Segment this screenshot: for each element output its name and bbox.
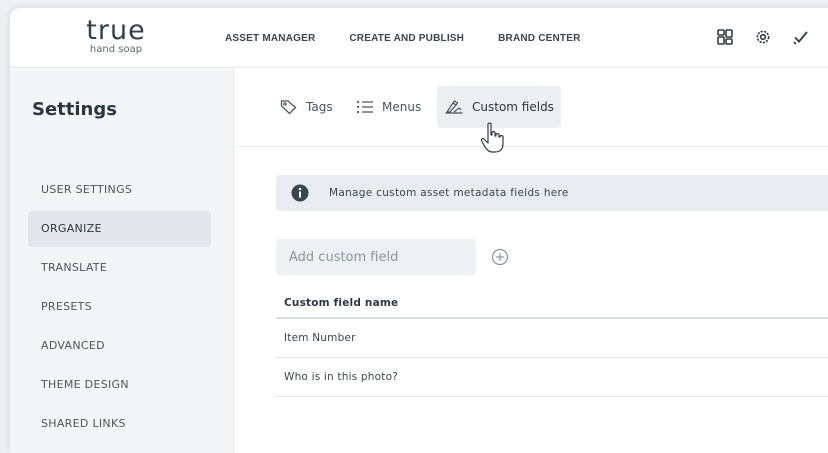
sidebar-item-advanced[interactable]: ADVANCED — [28, 328, 211, 364]
tab-tags-label: Tags — [306, 100, 333, 114]
top-header: true hand soap ASSET MANAGER CREATE AND … — [10, 8, 828, 68]
info-text: Manage custom asset metadata fields here — [329, 187, 569, 199]
info-banner: Manage custom asset metadata fields here — [276, 175, 828, 211]
tab-menus[interactable]: Menus — [349, 86, 428, 128]
sidebar-item-user-settings[interactable]: USER SETTINGS — [28, 172, 211, 208]
info-icon — [291, 184, 309, 202]
table-row[interactable]: Item Number — [276, 319, 828, 358]
custom-fields-table: Custom field name Item Number Who is in … — [276, 294, 828, 397]
sidebar-item-theme-design[interactable]: THEME DESIGN — [28, 367, 211, 403]
sidebar-item-organize[interactable]: ORGANIZE — [28, 211, 211, 247]
nav-create-and-publish[interactable]: CREATE AND PUBLISH — [349, 33, 464, 44]
tab-tags[interactable]: Tags — [273, 86, 340, 128]
brand-logo[interactable]: true hand soap — [76, 15, 156, 56]
sidebar-item-shared-links[interactable]: SHARED LINKS — [28, 406, 211, 442]
add-custom-field-input[interactable] — [276, 239, 476, 275]
list-icon — [356, 100, 373, 114]
checkmark-icon[interactable] — [792, 28, 810, 46]
tag-icon — [280, 100, 297, 115]
nav-asset-manager[interactable]: ASSET MANAGER — [225, 33, 315, 44]
app-window: true hand soap ASSET MANAGER CREATE AND … — [10, 8, 828, 453]
organize-tabs: Tags Menus Custom fields — [235, 69, 828, 147]
pencil-ruler-icon — [445, 100, 463, 114]
top-navigation: ASSET MANAGER CREATE AND PUBLISH BRAND C… — [225, 33, 615, 44]
grid-icon[interactable] — [716, 28, 734, 46]
sidebar-item-translate[interactable]: TRANSLATE — [28, 250, 211, 286]
add-field-button[interactable] — [491, 248, 509, 266]
tab-custom-fields[interactable]: Custom fields — [437, 86, 561, 128]
table-row[interactable]: Who is in this photo? — [276, 358, 828, 397]
tab-custom-fields-label: Custom fields — [472, 100, 554, 114]
tab-menus-label: Menus — [382, 100, 422, 114]
nav-brand-center[interactable]: BRAND CENTER — [498, 33, 580, 44]
sidebar-item-presets[interactable]: PRESETS — [28, 289, 211, 325]
brand-name: true — [86, 15, 146, 46]
gear-icon[interactable] — [754, 28, 772, 46]
settings-sidebar: Settings USER SETTINGS ORGANIZE TRANSLAT… — [10, 69, 234, 453]
header-actions — [716, 28, 828, 46]
sidebar-title: Settings — [32, 99, 117, 120]
table-header-custom-field-name: Custom field name — [276, 294, 828, 319]
